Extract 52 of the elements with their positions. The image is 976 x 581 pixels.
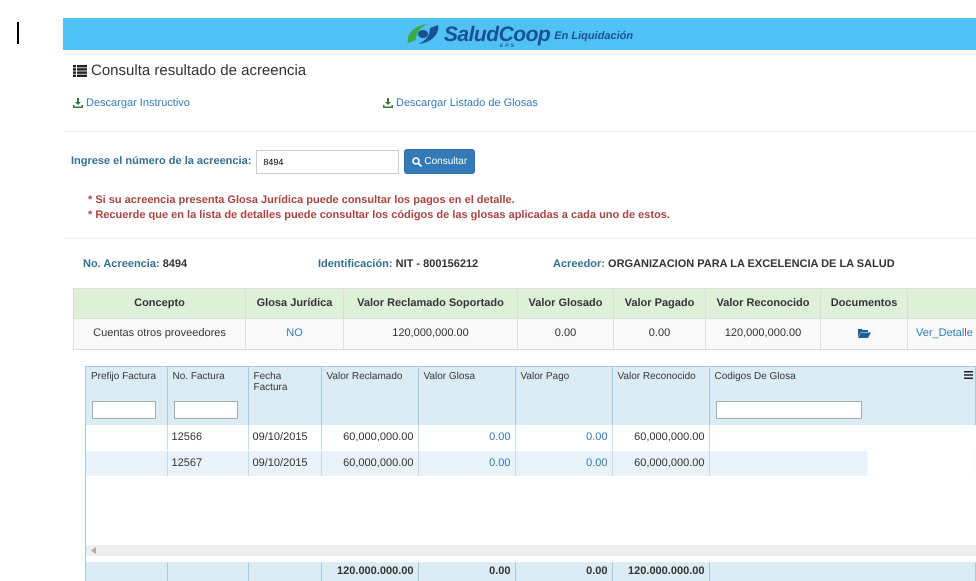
summary-value: NIT - 800156212 xyxy=(396,258,478,270)
table-cell: 12567 xyxy=(172,457,202,470)
column-header: Glosa Jurídica xyxy=(246,288,344,318)
column-header: Valor Pagado xyxy=(614,288,706,318)
column-header: Valor Pago xyxy=(520,370,570,382)
total-cell: 0.00 xyxy=(489,565,510,577)
table-cell: 0.00 xyxy=(489,457,510,470)
column-header: Valor Reclamado Soportado xyxy=(344,288,518,318)
download-link[interactable]: Descargar Instructivo xyxy=(73,94,383,111)
tagline: En Liquidación xyxy=(554,29,634,44)
table-cell: 0.00 xyxy=(586,431,608,443)
table-cell: 0.00 xyxy=(648,327,670,340)
total-cell: 120.000.000.00 xyxy=(337,565,414,577)
table-cell: 60,000,000.00 xyxy=(634,457,704,470)
column-header: Documentos xyxy=(820,288,908,318)
table-cell: 12566 xyxy=(172,431,202,443)
summary-value: 8494 xyxy=(162,258,188,270)
table-cell: 120,000,000.00 xyxy=(392,327,469,340)
summary-label: Identificación: xyxy=(318,258,393,270)
column-header: No. Factura xyxy=(172,370,225,382)
table-cell: Cuentas otros proveedores xyxy=(93,327,226,340)
table-cell: 60,000,000.00 xyxy=(634,431,704,443)
table-cell: NO xyxy=(286,327,303,340)
summary-label: Acreedor: xyxy=(553,258,605,270)
page-title: Consulta resultado de acreencia xyxy=(91,61,306,81)
summary-value: ORGANIZACION PARA LA EXCELENCIA DE LA SALUD xyxy=(608,258,895,270)
table-cell: 09/10/2015 xyxy=(252,457,308,470)
column-header: Valor Glosa xyxy=(424,370,476,382)
column-header: Valor Glosado xyxy=(518,288,614,318)
column-header: Valor Reconocido xyxy=(706,288,820,318)
table-cell: 60,000,000.00 xyxy=(343,431,414,443)
search-label: Ingrese el número de la acreencia: xyxy=(71,154,252,170)
table-cell: 120,000,000.00 xyxy=(724,327,802,340)
column-header: Valor Reconocido xyxy=(618,370,696,382)
download-link[interactable]: Descargar Listado de Glosas xyxy=(383,94,538,111)
table-cell: 09/10/2015 xyxy=(252,431,308,443)
table-cell: 60,000,000.00 xyxy=(343,457,414,470)
consultar-button[interactable]: Consultar xyxy=(404,149,476,174)
note-text: * Recuerde que en la lista de detalles puede consultar los códigos de las glosas aplicadas a cada uno de estos. xyxy=(88,208,671,223)
column-header: Valor Reclamado xyxy=(326,370,402,382)
note-text: * Si su acreencia presenta Glosa Jurídica puede consultar los pagos en el detalle. xyxy=(88,193,516,208)
total-cell: 120.000.000.00 xyxy=(628,565,704,577)
table-cell: 0.00 xyxy=(489,431,510,443)
column-header: Concepto xyxy=(74,288,246,318)
column-header: Codigos De Glosa xyxy=(714,370,796,382)
total-cell: 0.00 xyxy=(586,565,608,577)
summary-label: No. Acreencia: xyxy=(83,258,160,270)
column-header: Fecha Factura xyxy=(254,370,288,392)
table-cell: 0.00 xyxy=(554,327,576,340)
table-cell: 0.00 xyxy=(586,457,608,470)
column-header: Prefijo Factura xyxy=(91,370,156,382)
acreencia-field[interactable]: 8494 xyxy=(256,150,400,174)
